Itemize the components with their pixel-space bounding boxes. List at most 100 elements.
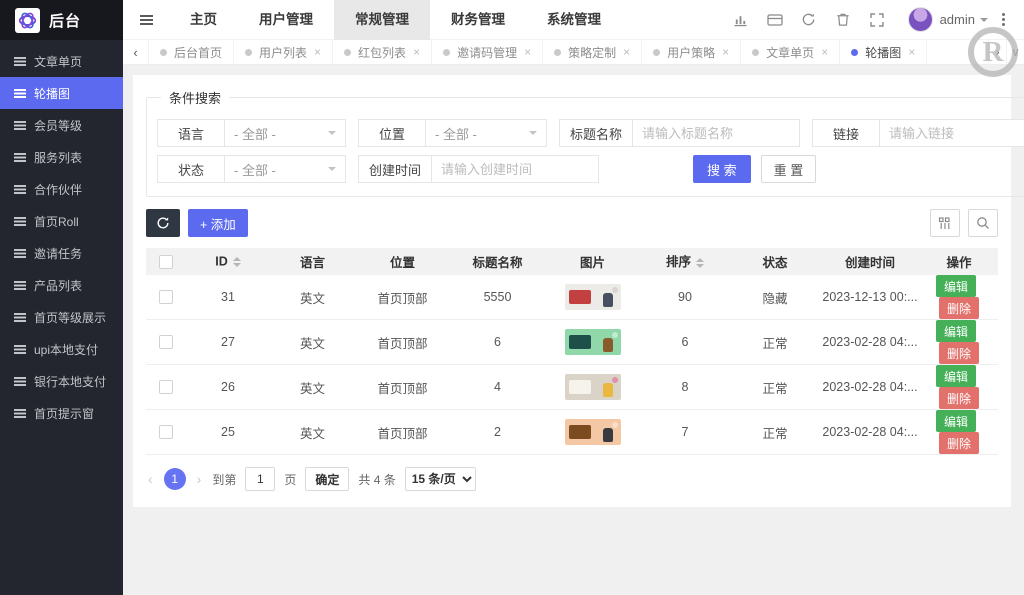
sidebar-item-upi-payment[interactable]: upi本地支付 [0, 333, 123, 365]
col-order[interactable]: 排序 [640, 248, 730, 275]
search-button[interactable]: 搜 索 [693, 155, 751, 183]
tabs-menu-icon[interactable]: ∨ [1006, 40, 1024, 64]
sidebar-item-carousel[interactable]: 轮播图 [0, 77, 123, 109]
chevron-down-icon [980, 17, 988, 26]
banner-image[interactable] [564, 329, 621, 355]
nav-item-finance-mgmt[interactable]: 财务管理 [430, 0, 526, 40]
reset-button[interactable]: 重 置 [760, 155, 817, 183]
brand-title: 后台 [49, 12, 82, 30]
jump-page-input[interactable] [245, 467, 276, 491]
delete-button[interactable]: 删除 [938, 342, 979, 364]
next-page-icon[interactable]: › [195, 471, 204, 487]
row-checkbox[interactable] [159, 290, 173, 305]
prev-page-icon[interactable]: ‹ [146, 471, 155, 487]
nav-item-general-mgmt[interactable]: 常规管理 [334, 0, 430, 40]
position-filter: 位置 - 全部 - [358, 119, 547, 147]
search-icon[interactable] [968, 209, 998, 237]
tabbar: ‹ 后台首页 用户列表 × 红包列表 × 邀请码管理 × 策略定制 × 用户策略 [123, 40, 1024, 65]
filter-columns-icon[interactable] [930, 209, 960, 237]
col-id[interactable]: ID [186, 248, 270, 275]
nav-item-system-mgmt[interactable]: 系统管理 [526, 0, 622, 40]
delete-button[interactable]: 删除 [938, 297, 979, 319]
tab-article-page[interactable]: 文章单页 × [741, 40, 841, 64]
refresh-button[interactable] [146, 209, 180, 237]
close-icon[interactable]: × [413, 46, 420, 58]
more-menu-icon[interactable] [988, 0, 1018, 40]
card-icon[interactable] [758, 0, 792, 40]
sort-icon[interactable] [696, 254, 704, 272]
position-label: 位置 [358, 119, 426, 147]
delete-button[interactable]: 删除 [938, 387, 979, 409]
user-menu[interactable]: admin [940, 12, 988, 27]
banner-image[interactable] [564, 284, 621, 310]
link-input[interactable] [879, 119, 1024, 147]
language-select[interactable]: - 全部 - [224, 119, 346, 147]
tab-redpacket-list[interactable]: 红包列表 × [333, 40, 433, 64]
row-checkbox[interactable] [159, 380, 173, 395]
row-checkbox[interactable] [159, 335, 173, 350]
nav-item-home[interactable]: 主页 [169, 0, 238, 40]
fullscreen-icon[interactable] [860, 0, 894, 40]
status-select[interactable]: - 全部 - [224, 155, 346, 183]
page-number[interactable]: 1 [163, 468, 186, 490]
tab-invite-code[interactable]: 邀请码管理 × [432, 40, 544, 64]
brand: 后台 [0, 0, 123, 40]
menu-toggle-icon[interactable] [123, 0, 169, 40]
sidebar-item-home-roll[interactable]: 首页Roll [0, 205, 123, 237]
close-icon[interactable]: × [722, 46, 729, 58]
select-all-checkbox[interactable] [159, 254, 173, 269]
topbar-actions: admin [724, 0, 1024, 40]
sort-icon[interactable] [232, 253, 241, 271]
tab-user-strategy[interactable]: 用户策略 × [642, 40, 742, 64]
banner-image[interactable] [564, 419, 621, 445]
delete-button[interactable]: 删除 [938, 432, 979, 454]
tab-label: 轮播图 [865, 45, 902, 60]
edit-button[interactable]: 编辑 [935, 320, 976, 342]
refresh-icon[interactable] [792, 0, 826, 40]
cell-title: 2 [450, 409, 545, 455]
sidebar-item-bank-payment[interactable]: 银行本地支付 [0, 365, 123, 397]
page-size-select[interactable]: 15 条/页 [404, 467, 476, 491]
close-icon[interactable]: × [908, 46, 915, 58]
sidebar-item-member-level[interactable]: 会员等级 [0, 109, 123, 141]
tab-carousel[interactable]: 轮播图 × [840, 40, 928, 64]
created-input[interactable] [431, 155, 600, 183]
chart-icon[interactable] [724, 0, 758, 40]
nav-item-user-mgmt[interactable]: 用户管理 [238, 0, 334, 40]
edit-button[interactable]: 编辑 [935, 410, 976, 432]
title-input[interactable] [632, 119, 801, 147]
sidebar-item-article-page[interactable]: 文章单页 [0, 45, 123, 77]
tab-strategy-custom[interactable]: 策略定制 × [543, 40, 643, 64]
col-id-label: ID [215, 253, 228, 268]
trash-icon[interactable] [826, 0, 860, 40]
edit-button[interactable]: 编辑 [935, 365, 976, 387]
close-icon[interactable]: × [821, 46, 828, 58]
close-icon[interactable]: × [623, 46, 630, 58]
table-tools [930, 209, 998, 237]
search-panel: 条件搜索 语言 - 全部 - 位置 - 全部 - 标题名称 请输入标题名称 链接… [146, 88, 1024, 197]
sidebar-item-service-list[interactable]: 服务列表 [0, 141, 123, 173]
list-icon [14, 376, 26, 379]
cell-language: 英文 [270, 319, 355, 365]
status-filter: 状态 - 全部 - [157, 155, 346, 183]
cell-status: 正常 [730, 364, 820, 410]
cell-position: 首页顶部 [355, 319, 450, 365]
close-icon[interactable]: × [524, 46, 531, 58]
position-select[interactable]: - 全部 - [425, 119, 547, 147]
sidebar-item-product-list[interactable]: 产品列表 [0, 269, 123, 301]
sidebar-item-partners[interactable]: 合作伙伴 [0, 173, 123, 205]
edit-button[interactable]: 编辑 [935, 275, 976, 297]
user-avatar[interactable] [907, 7, 933, 32]
tab-user-list[interactable]: 用户列表 × [234, 40, 334, 64]
sidebar-item-invite-task[interactable]: 邀请任务 [0, 237, 123, 269]
tabs-scroll-right-icon[interactable]: › [988, 40, 1006, 64]
tabs-scroll-left-icon[interactable]: ‹ [123, 40, 149, 64]
tab-dashboard[interactable]: 后台首页 [149, 40, 235, 64]
row-checkbox[interactable] [159, 425, 173, 440]
confirm-button[interactable]: 确定 [305, 467, 350, 491]
sidebar-item-home-level-display[interactable]: 首页等级展示 [0, 301, 123, 333]
sidebar-item-home-popup[interactable]: 首页提示窗 [0, 397, 123, 429]
add-button[interactable]: + 添加 [188, 209, 248, 237]
banner-image[interactable] [564, 374, 621, 400]
close-icon[interactable]: × [314, 46, 321, 58]
